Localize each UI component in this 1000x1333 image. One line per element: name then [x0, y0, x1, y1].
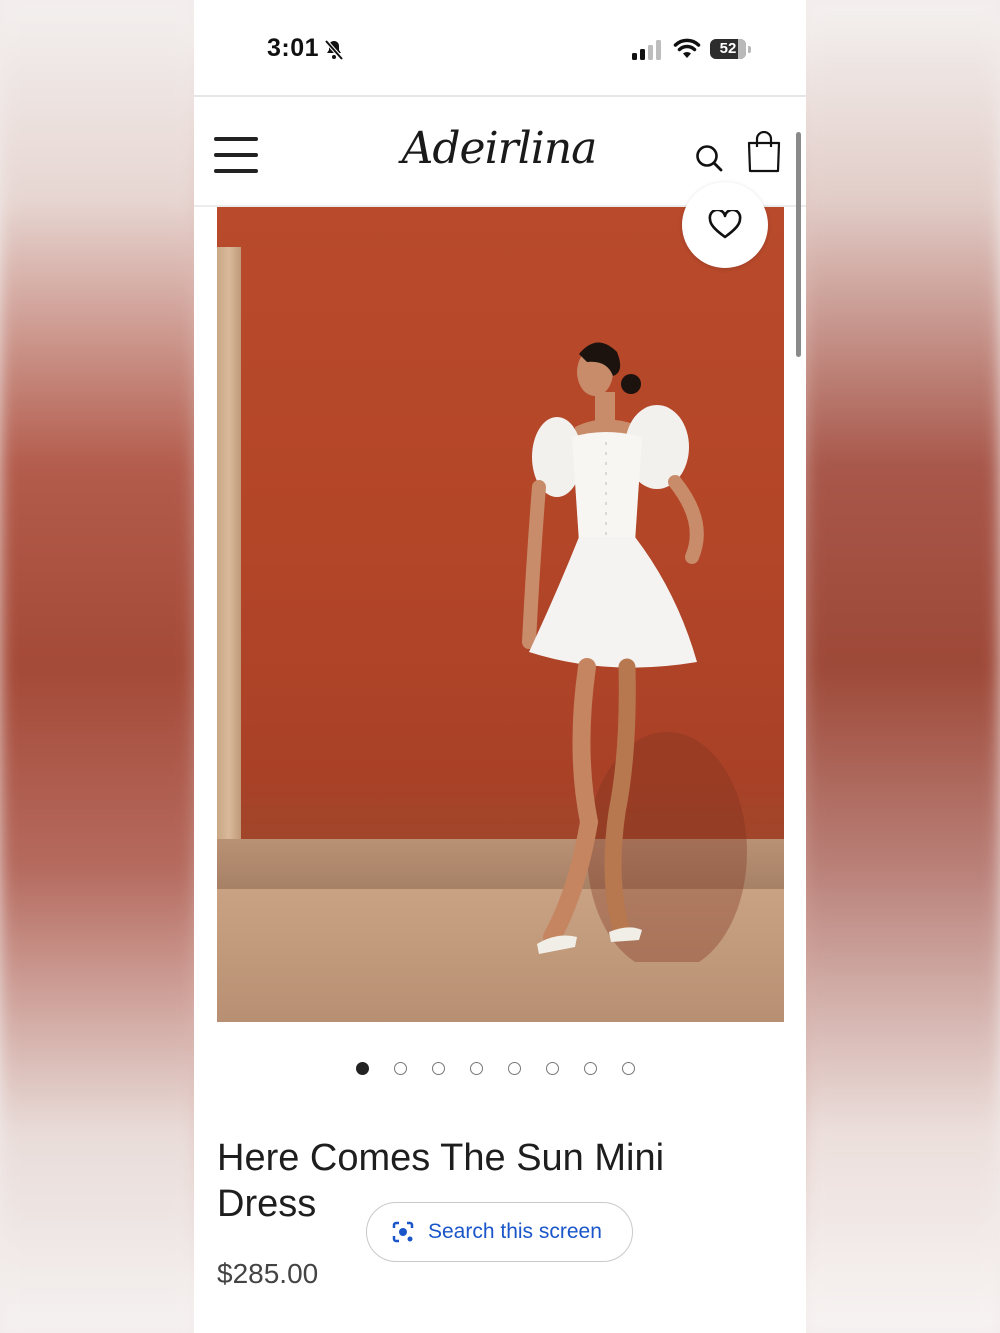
status-time: 3:01 [267, 34, 320, 62]
search-icon[interactable] [694, 143, 724, 173]
battery-cap [748, 46, 751, 53]
pager-dot-8[interactable] [622, 1062, 635, 1075]
pager-dot-6[interactable] [546, 1062, 559, 1075]
heart-icon [708, 210, 742, 239]
pager-dot-2[interactable] [394, 1062, 407, 1075]
background-blur-right [806, 0, 1000, 1333]
product-image[interactable] [217, 207, 784, 1022]
battery-level: 52 [719, 40, 737, 57]
brand-logo[interactable]: Adeirlina [392, 117, 606, 181]
model-figure [522, 342, 747, 962]
wishlist-button[interactable] [682, 182, 768, 268]
pager-dot-1[interactable] [356, 1062, 369, 1075]
bag-icon[interactable] [746, 131, 782, 173]
search-this-screen-button[interactable]: Search this screen [366, 1202, 633, 1262]
product-price: $285.00 [217, 1258, 319, 1289]
lens-icon [392, 1221, 414, 1243]
pager-dot-4[interactable] [470, 1062, 483, 1075]
bell-off-icon [324, 39, 344, 61]
signal-icon [632, 40, 661, 60]
lens-label: Search this screen [428, 1220, 602, 1243]
pager-dot-3[interactable] [432, 1062, 445, 1075]
background-blur-left [0, 0, 194, 1333]
pager-dot-7[interactable] [584, 1062, 597, 1075]
image-pager [356, 1060, 646, 1080]
menu-icon[interactable] [214, 137, 258, 177]
page-scrollbar[interactable] [796, 132, 801, 357]
wall-post [217, 247, 241, 842]
status-bar: 3:01 52 [194, 0, 806, 95]
phone-screen: 3:01 52 Adeirlina Here Comes The Sun Min… [194, 0, 806, 1333]
wifi-icon [673, 38, 701, 58]
battery-indicator: 52 [710, 39, 746, 59]
pager-dot-5[interactable] [508, 1062, 521, 1075]
